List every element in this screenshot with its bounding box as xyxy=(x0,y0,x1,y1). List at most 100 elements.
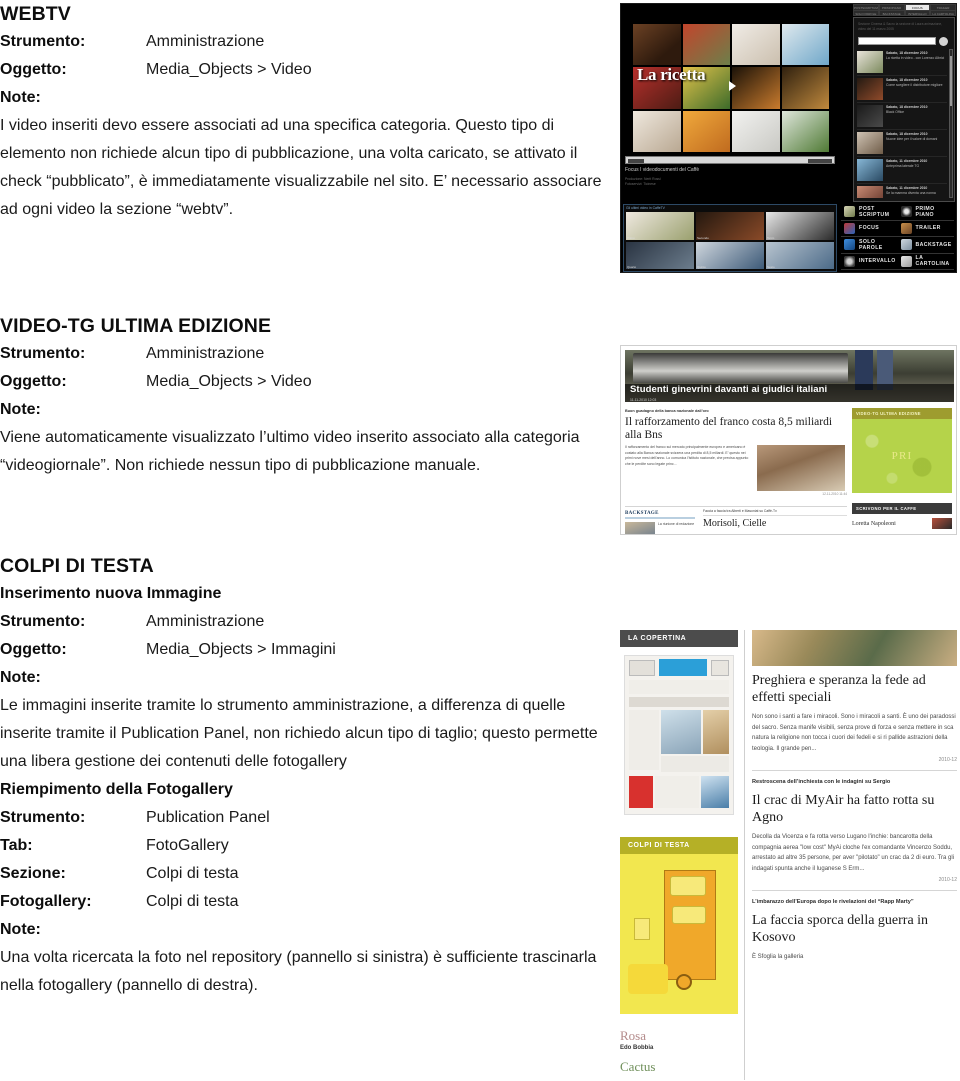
category-label: TRAILER xyxy=(915,225,941,232)
player-volume-icons[interactable] xyxy=(808,159,832,163)
divider xyxy=(625,506,847,507)
search-icon[interactable] xyxy=(939,37,948,46)
document-text-column: WEBTV Strumento: Amministrazione Oggetto… xyxy=(0,0,612,1000)
list-item[interactable]: Sabato, 11 dicembre 2010 Anteprima later… xyxy=(857,157,947,184)
note-body-webtv: I video inseriti devo essere associati a… xyxy=(0,117,602,218)
credits-line-2: Fotoservizi: Ticinese xyxy=(625,182,656,186)
category-trailer[interactable]: TRAILER xyxy=(897,221,954,237)
search-input[interactable] xyxy=(858,37,936,45)
focus-icon xyxy=(844,222,855,234)
list-item[interactable]: Sabato, 11 dicembre 2010 Se la mamma div… xyxy=(857,184,947,198)
field-value-strumento: Amministrazione xyxy=(146,345,265,362)
colpi-author-2[interactable]: Cactus xyxy=(620,1059,738,1075)
article-headline[interactable]: Il rafforzamento del franco costa 8,5 mi… xyxy=(625,416,847,442)
webtv-panel-intro: Sezione Cinema & Sacro la sezione di Lau… xyxy=(858,22,943,31)
avatar xyxy=(932,518,952,529)
category-la-cartolina[interactable]: LA CARTOLINA xyxy=(897,254,954,270)
gallery-thumb-label: Secondo xyxy=(697,235,709,240)
play-icon[interactable] xyxy=(729,81,736,91)
field-row-tab: Tab: FotoGallery xyxy=(0,832,612,860)
gallery-thumb[interactable]: Primo xyxy=(626,212,694,240)
category-label: INTERVALLO xyxy=(859,258,896,265)
article-image xyxy=(757,445,845,491)
newspaper-cover-image[interactable] xyxy=(624,655,734,815)
field-value-strumento: Amministrazione xyxy=(146,613,265,630)
field-value-oggetto: Media_Objects > Immagini xyxy=(146,641,336,658)
category-primo-piano[interactable]: PRIMO PIANO xyxy=(897,204,954,221)
player-transport-icons[interactable] xyxy=(628,159,644,163)
subsection-title-inserimento-immagine: Inserimento nuova Immagine xyxy=(0,585,222,602)
screenshot-webtv-player: POSTSCRIPTUM PRIMOPIANO FOCUS TRAILER SO… xyxy=(620,3,957,273)
article-body: Decolla da Vicenza e fa rotta verso Luga… xyxy=(752,834,955,872)
backstage-label: BACKSTAGE xyxy=(625,511,695,519)
playlist-scrollbar[interactable] xyxy=(949,49,953,198)
trailer-icon xyxy=(900,222,912,234)
article-timestamp: 12-11-2010 11:44 xyxy=(822,492,847,496)
colpi-articles: Preghiera e speranza la fede ad effetti … xyxy=(752,630,957,963)
screenshot-colpi-di-testa: LA COPERTINA COLPI DI TESTA Rosa Edo Bob… xyxy=(620,630,957,1080)
list-item[interactable]: Sabato, 18 dicembre 2010 Nuove idee per … xyxy=(857,130,947,157)
section-title-videotg: VIDEO-TG ULTIMA EDIZIONE xyxy=(0,315,272,337)
article-headline[interactable]: La faccia sporca della guerra in Kosovo xyxy=(752,912,957,946)
webtv-video-credits: Produzione: Nerit Rossi Fotoservizi: Tic… xyxy=(625,177,661,187)
news-facetoface-block: Faccia a faccia tra Alberti e Masoniat s… xyxy=(703,509,847,529)
thumbnail xyxy=(857,159,883,181)
news-hero-date: 11-11-2010 12:03 xyxy=(630,398,657,402)
list-item[interactable]: Sabato, 18 dicembre 2010 Come scegliere … xyxy=(857,76,947,103)
author-row[interactable]: Loretta Napoleoni xyxy=(852,518,952,529)
thumbnail xyxy=(857,186,883,198)
category-label: BACKSTAGE xyxy=(915,241,952,248)
backstage-row[interactable]: La riunione di redazione xyxy=(625,522,695,534)
document-page: WEBTV Strumento: Amministrazione Oggetto… xyxy=(0,0,960,1081)
list-item[interactable]: Sabato, 18 dicembre 2010 Black Office xyxy=(857,103,947,130)
webtv-playlist-panel: Sezione Cinema & Sacro la sezione di Lau… xyxy=(853,17,955,202)
gallery-thumb[interactable]: Quarto xyxy=(626,241,694,269)
article-headline[interactable]: Il crac di MyAir ha fatto rotta su Agno xyxy=(752,792,957,826)
article-timestamp: 2010-12 xyxy=(938,877,957,883)
thumbnail xyxy=(857,105,883,127)
subsection-title-riempimento: Riempimento della Fotogallery xyxy=(0,781,233,798)
colpi-author-1-sub: Edo Bobbia xyxy=(620,1045,654,1051)
gallery-thumb[interactable]: Quinto xyxy=(696,241,764,269)
field-label-strumento: Strumento: xyxy=(0,33,86,50)
field-row-strumento: Strumento: Publication Panel xyxy=(0,804,612,832)
news-backstage-block: BACKSTAGE La riunione di redazione xyxy=(625,511,695,534)
article-body: Non sono i santi a fare i miracoli. Sono… xyxy=(752,714,956,752)
category-solo-parole[interactable]: SOLO PAROLE xyxy=(841,237,898,254)
backstage-icon xyxy=(900,239,912,251)
article-headline[interactable]: Preghiera e speranza la fede ad effetti … xyxy=(752,672,957,706)
note-body-colpi: Le immagini inserite tramite lo strument… xyxy=(0,697,598,770)
colpi-sidebar: LA COPERTINA COLPI DI TESTA Rosa Edo Bob… xyxy=(620,630,738,1075)
category-label: FOCUS xyxy=(859,225,880,232)
article-timestamp: 2010-12 xyxy=(938,757,957,763)
news-hero-title: Studenti ginevrini davanti ai giudici it… xyxy=(630,384,828,395)
section-videotg: VIDEO-TG ULTIMA EDIZIONE Strumento: Ammi… xyxy=(0,312,612,480)
gallery-thumb-label: Primo xyxy=(627,235,635,240)
webtv-tab-soloparole: SOLO PAROLE xyxy=(853,10,879,16)
gallery-thumb[interactable]: Secondo xyxy=(696,212,764,240)
gallery-thumb[interactable]: Terzo xyxy=(766,212,834,240)
list-item[interactable]: Sabato, 18 dicembre 2010 La ricetta in v… xyxy=(857,49,947,76)
article-kicker: L’imbarazzo dell’Europa dopo le rivelazi… xyxy=(752,899,914,905)
article-body: È Sfoglia la galleria xyxy=(752,954,804,960)
thumbnail xyxy=(857,78,883,100)
facetoface-headline[interactable]: Morisoli, Cielle xyxy=(703,518,847,529)
colpi-author-1[interactable]: Rosa xyxy=(620,1028,738,1044)
field-label-fotogallery: Fotogallery: xyxy=(0,893,92,910)
category-intervallo[interactable]: INTERVALLO xyxy=(841,254,898,270)
category-label: LA CARTOLINA xyxy=(915,255,950,268)
category-post-scriptum[interactable]: POST SCRIPTUM xyxy=(841,204,898,221)
field-label-strumento: Strumento: xyxy=(0,613,86,630)
videotg-video-box[interactable]: PRI xyxy=(852,419,952,493)
note-body-riempimento: Una volta ricercata la foto nel reposito… xyxy=(0,949,597,994)
gallery-thumb[interactable]: Sesto xyxy=(766,241,834,269)
author-name: Loretta Napoleoni xyxy=(852,520,896,527)
item-title: Come scegliere il distributore migliore xyxy=(886,83,943,87)
field-label-strumento: Strumento: xyxy=(0,809,86,826)
category-backstage[interactable]: BACKSTAGE xyxy=(897,237,954,254)
webtv-player-controls[interactable] xyxy=(625,156,835,164)
category-focus[interactable]: FOCUS xyxy=(841,221,898,237)
field-label-tab: Tab: xyxy=(0,837,33,854)
section-title-colpi: COLPI DI TESTA xyxy=(0,555,154,577)
colpi-cartoon-image[interactable] xyxy=(620,854,738,1014)
